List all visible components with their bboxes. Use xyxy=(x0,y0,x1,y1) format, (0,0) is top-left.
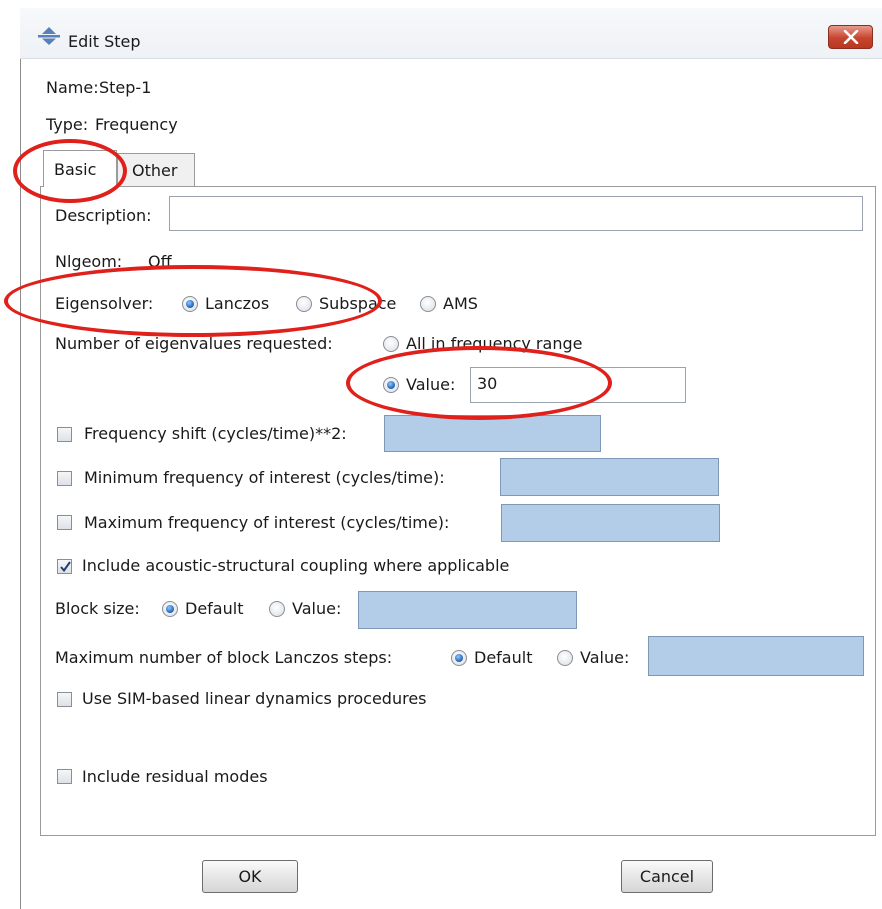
block-size-default-label: Default xyxy=(185,599,244,618)
max-freq-label: Maximum frequency of interest (cycles/ti… xyxy=(84,513,450,532)
nlgeom-label: Nlgeom: xyxy=(55,252,123,271)
type-label: Type: xyxy=(46,115,89,134)
sim-label: Use SIM-based linear dynamics procedures xyxy=(82,689,427,708)
nlgeom-value: Off xyxy=(148,252,172,271)
close-icon xyxy=(843,30,859,44)
eigensolver-lanczos-label: Lanczos xyxy=(205,294,270,313)
min-freq-input[interactable] xyxy=(500,458,719,496)
tab-other-label: Other xyxy=(132,161,178,180)
max-block-default-radio[interactable] xyxy=(451,650,467,666)
num-eigen-label: Number of eigenvalues requested: xyxy=(55,334,333,353)
acoustic-label: Include acoustic-structural coupling whe… xyxy=(82,556,510,575)
max-block-value-radio[interactable] xyxy=(557,650,573,666)
description-label: Description: xyxy=(55,206,152,225)
tab-basic[interactable]: Basic xyxy=(43,150,117,187)
eigensolver-label: Eigensolver: xyxy=(55,294,154,313)
max-block-value-label: Value: xyxy=(580,648,630,667)
ok-button[interactable]: OK xyxy=(202,860,298,893)
name-value: Step-1 xyxy=(99,78,152,97)
max-freq-checkbox[interactable] xyxy=(57,515,72,530)
title-bar[interactable] xyxy=(20,8,882,59)
app-step-icon xyxy=(38,27,60,45)
num-eigen-value-label: Value: xyxy=(406,375,456,394)
freq-shift-input[interactable] xyxy=(384,415,601,452)
acoustic-checkbox[interactable] xyxy=(57,559,72,574)
max-block-input[interactable] xyxy=(648,636,864,676)
name-label: Name: xyxy=(46,78,99,97)
block-size-label: Block size: xyxy=(55,599,140,618)
tab-basic-label: Basic xyxy=(54,160,97,179)
block-size-value-radio[interactable] xyxy=(269,601,285,617)
eigensolver-ams-label: AMS xyxy=(443,294,478,313)
residual-label: Include residual modes xyxy=(82,767,268,786)
num-eigen-value-radio[interactable] xyxy=(383,377,399,393)
block-size-input[interactable] xyxy=(358,591,577,629)
freq-shift-checkbox[interactable] xyxy=(57,427,72,442)
min-freq-checkbox[interactable] xyxy=(57,471,72,486)
freq-shift-label: Frequency shift (cycles/time)**2: xyxy=(84,424,347,443)
sim-checkbox[interactable] xyxy=(57,692,72,707)
num-eigen-value-input[interactable]: 30 xyxy=(470,367,686,403)
tab-other[interactable]: Other xyxy=(117,153,195,186)
eigensolver-subspace-label: Subspace xyxy=(319,294,397,313)
basic-tab-panel xyxy=(40,186,876,836)
eigensolver-ams-radio[interactable] xyxy=(420,296,436,312)
type-value: Frequency xyxy=(95,115,178,134)
eigensolver-subspace-radio[interactable] xyxy=(296,296,312,312)
num-eigen-all-radio[interactable] xyxy=(383,336,399,352)
num-eigen-all-label: All in frequency range xyxy=(406,334,583,353)
description-input[interactable] xyxy=(169,196,863,231)
residual-checkbox[interactable] xyxy=(57,769,72,784)
window-title: Edit Step xyxy=(68,32,141,51)
checkmark-icon xyxy=(60,561,71,573)
tab-joint xyxy=(44,185,116,188)
max-freq-input[interactable] xyxy=(501,504,720,542)
block-size-default-radio[interactable] xyxy=(162,601,178,617)
max-block-default-label: Default xyxy=(474,648,533,667)
close-button[interactable] xyxy=(828,25,873,49)
block-size-value-label: Value: xyxy=(292,599,342,618)
max-block-label: Maximum number of block Lanczos steps: xyxy=(55,648,393,667)
min-freq-label: Minimum frequency of interest (cycles/ti… xyxy=(84,468,445,487)
cancel-button[interactable]: Cancel xyxy=(621,860,713,893)
eigensolver-lanczos-radio[interactable] xyxy=(182,296,198,312)
